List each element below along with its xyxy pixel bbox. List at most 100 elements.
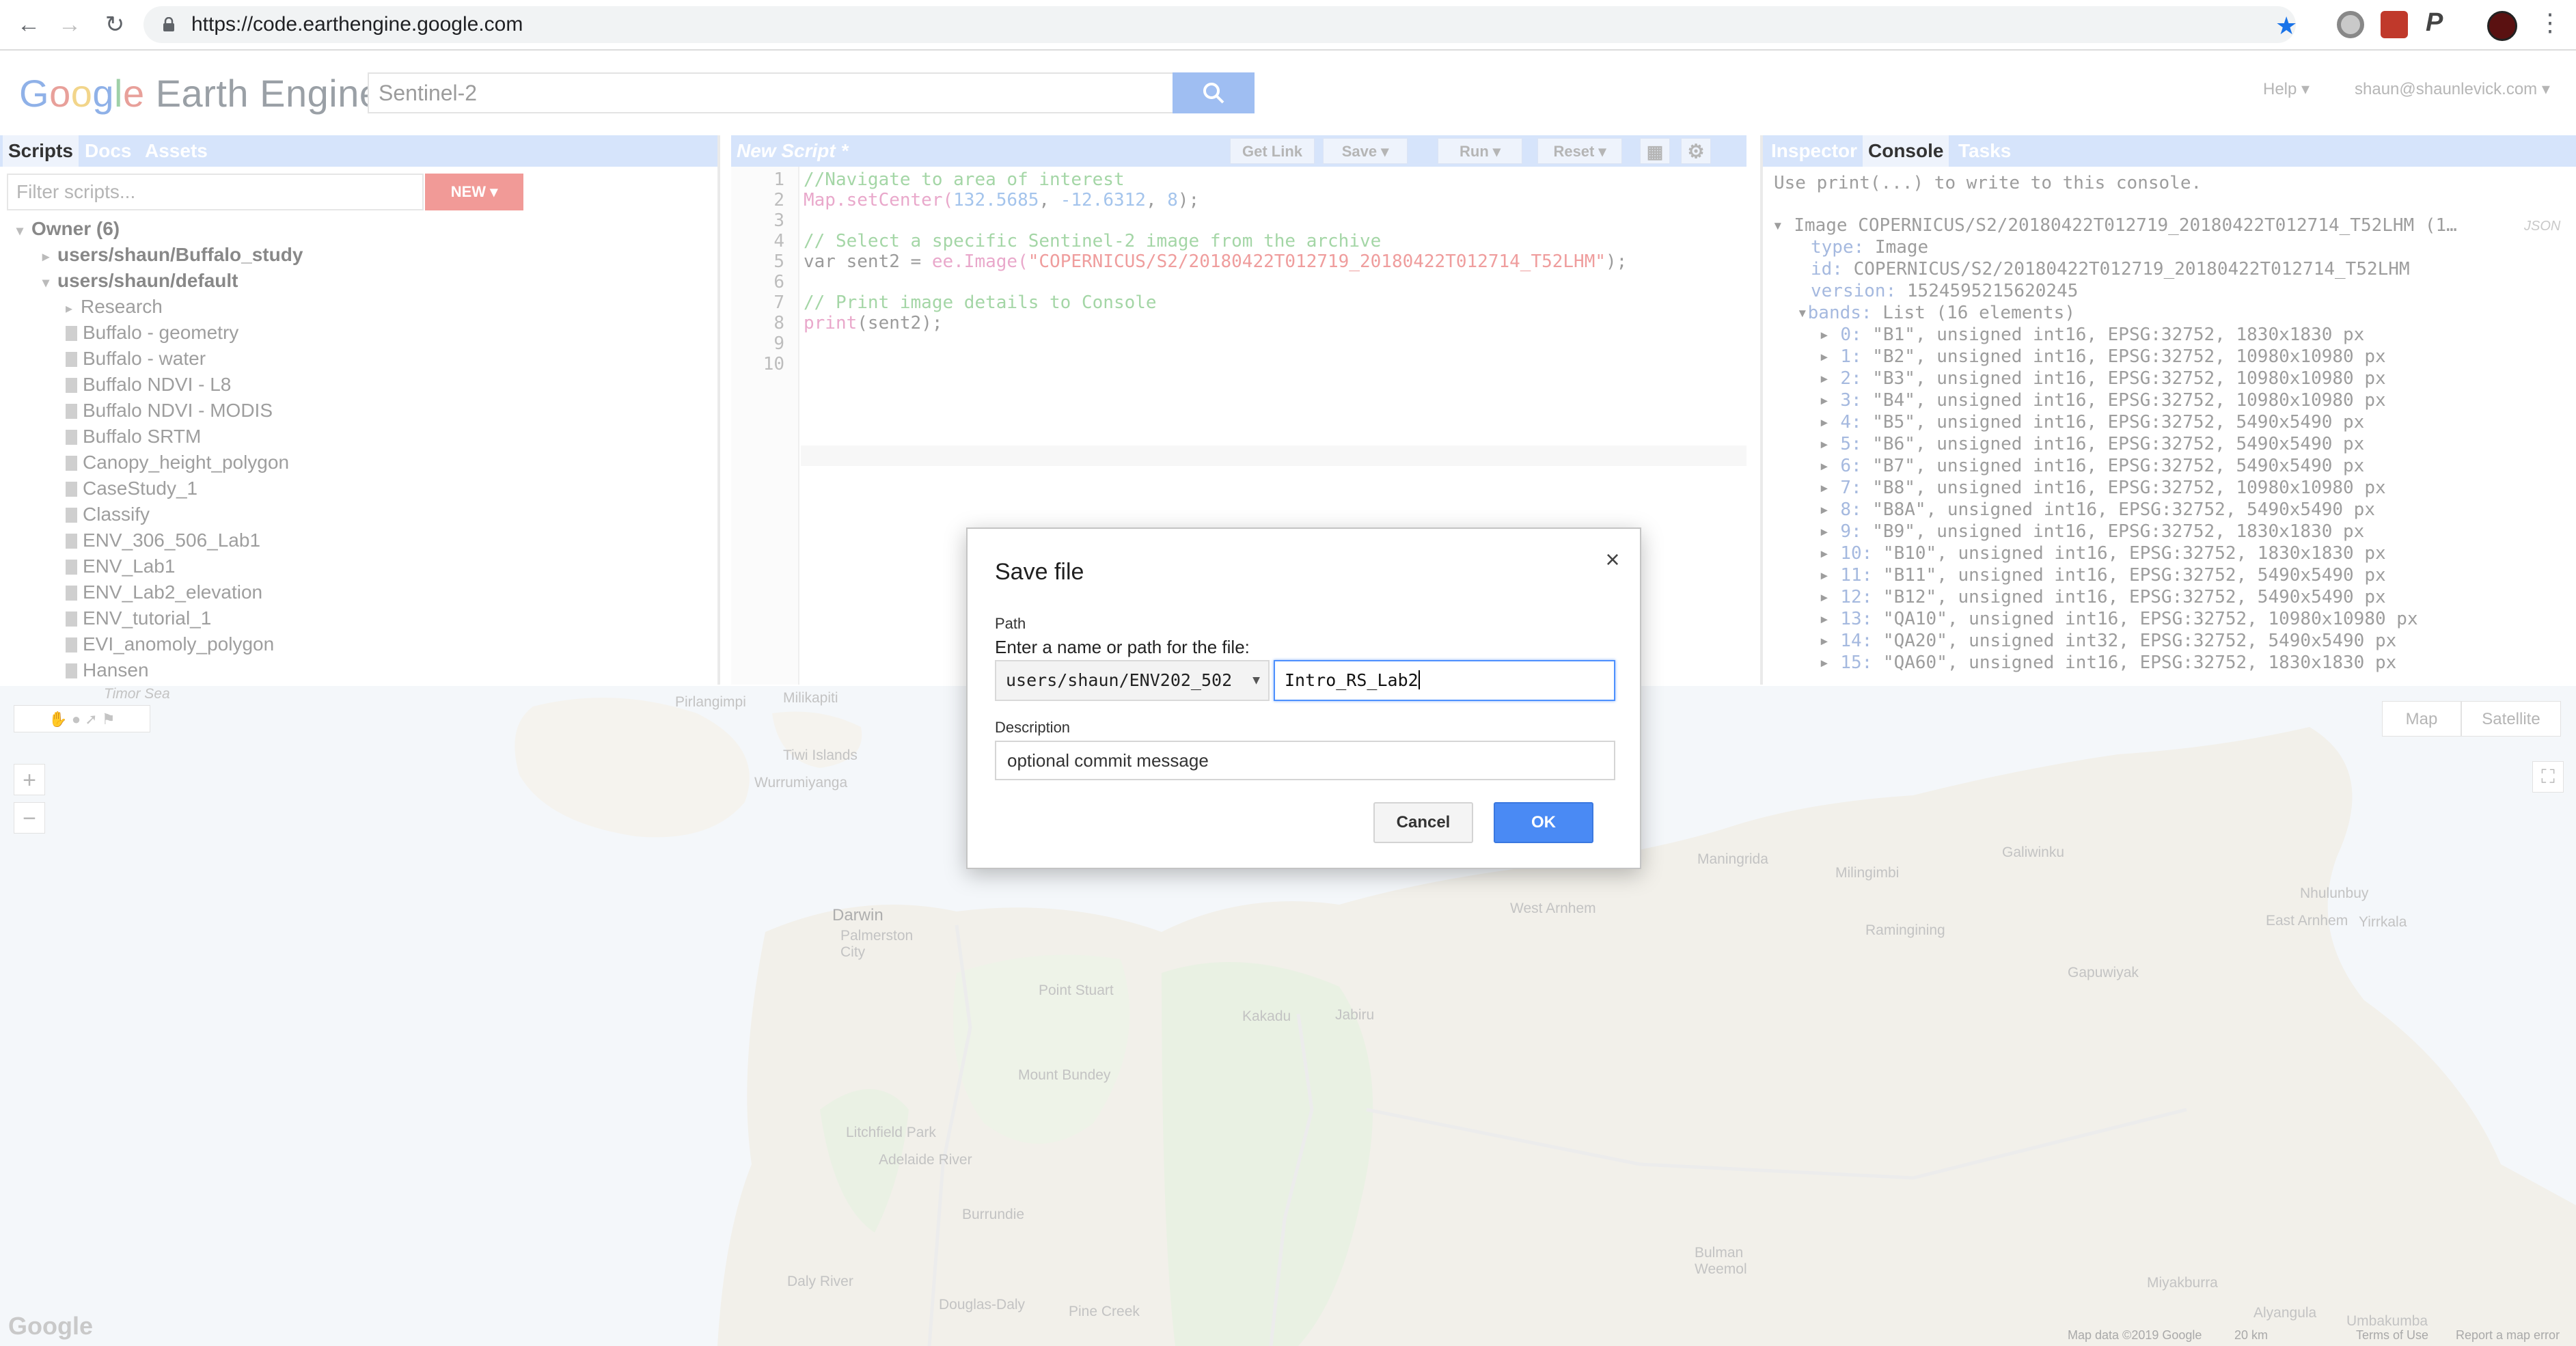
code-line-4[interactable]: // Select a specific Sentinel-2 image fr… <box>804 231 1381 251</box>
code-line-8[interactable]: print(sent2); <box>804 313 943 333</box>
console-band-row[interactable]: ▸ 12: "B12", unsigned int16, EPSG:32752,… <box>1819 586 2386 608</box>
console-band-row[interactable]: ▸ 3: "B4", unsigned int16, EPSG:32752, 1… <box>1819 389 2386 411</box>
back-icon[interactable]: ← <box>14 10 44 40</box>
tree-file[interactable]: ENV_Lab2_elevation <box>66 579 262 605</box>
tree-file[interactable]: Buffalo - water <box>66 346 206 372</box>
map-label: Nhulunbuy <box>2300 885 2369 901</box>
map-label: Point Stuart <box>1039 983 1114 998</box>
file-icon <box>66 482 77 497</box>
close-icon[interactable]: × <box>1599 545 1626 574</box>
console-band-row[interactable]: ▸ 7: "B8", unsigned int16, EPSG:32752, 1… <box>1819 477 2386 499</box>
new-script-button[interactable]: NEW ▾ <box>425 174 523 210</box>
ok-button[interactable]: OK <box>1494 802 1593 843</box>
tree-file[interactable]: ENV_306_506_Lab1 <box>66 527 260 553</box>
help-button[interactable]: Help ▾ <box>2263 79 2310 99</box>
console-band-row[interactable]: ▸ 4: "B5", unsigned int16, EPSG:32752, 5… <box>1819 411 2364 433</box>
search-button[interactable] <box>1173 72 1255 113</box>
tab-docs[interactable]: Docs <box>79 135 137 167</box>
console-band-row[interactable]: ▸ 0: "B1", unsigned int16, EPSG:32752, 1… <box>1819 324 2364 346</box>
apps-grid-icon[interactable]: ▦ <box>1640 138 1670 164</box>
code-line-5[interactable]: var sent2 = ee.Image("COPERNICUS/S2/2018… <box>804 251 1627 272</box>
console-band-row[interactable]: ▸ 1: "B2", unsigned int16, EPSG:32752, 1… <box>1819 346 2386 368</box>
console-band-row[interactable]: ▸ 13: "QA10", unsigned int16, EPSG:32752… <box>1819 608 2418 630</box>
zoom-in-button[interactable]: + <box>14 764 45 795</box>
json-toggle[interactable]: JSON <box>2524 219 2560 234</box>
console-band-row[interactable]: ▸ 5: "B6", unsigned int16, EPSG:32752, 5… <box>1819 433 2364 455</box>
tree-file[interactable]: Hansen <box>66 657 149 683</box>
map-label: Pirlangimpi <box>675 694 746 710</box>
console-band-row[interactable]: ▸ 6: "B7", unsigned int16, EPSG:32752, 5… <box>1819 455 2364 477</box>
map-label: Galiwinku <box>2002 844 2065 860</box>
gear-icon[interactable]: ⚙ <box>1681 138 1711 164</box>
repository-select[interactable]: users/shaun/ENV202_502 ▼ <box>995 660 1270 701</box>
tree-owner[interactable]: ▾ Owner (6) <box>16 216 120 242</box>
zoom-out-button[interactable]: − <box>14 802 45 834</box>
console-version: version: 1524595215620245 <box>1811 281 2079 301</box>
tree-file[interactable]: CaseStudy_1 <box>66 476 197 502</box>
bookmark-star-icon[interactable]: ★ <box>2275 12 2297 40</box>
tree-file[interactable]: EVI_anomoly_polygon <box>66 631 274 657</box>
tab-console[interactable]: Console <box>1863 135 1949 167</box>
reload-icon[interactable]: ↻ <box>100 10 130 40</box>
user-menu-button[interactable]: shaun@shaunlevick.com ▾ <box>2355 79 2550 99</box>
tree-file[interactable]: ENV_Lab1 <box>66 553 175 579</box>
map-label: Milingimbi <box>1835 865 1900 881</box>
tab-tasks[interactable]: Tasks <box>1953 135 2016 167</box>
console-bands[interactable]: ▾bands: List (16 elements) <box>1797 302 2075 324</box>
filename-input[interactable]: Intro_RS_Lab2 <box>1274 660 1615 701</box>
map-label: Litchfield Park <box>846 1125 936 1140</box>
console-band-row[interactable]: ▸ 8: "B8A", unsigned int16, EPSG:32752, … <box>1819 499 2375 521</box>
file-icon <box>66 586 77 601</box>
description-input[interactable]: optional commit message <box>995 741 1615 780</box>
console-band-row[interactable]: ▸ 15: "QA60", unsigned int16, EPSG:32752… <box>1819 652 2396 674</box>
filter-scripts-input[interactable]: Filter scripts... <box>7 174 424 210</box>
line-number-gutter: 1 2 3 4 5 6 7 8 9 10 <box>731 167 799 685</box>
console-band-row[interactable]: ▸ 14: "QA20", unsigned int32, EPSG:32752… <box>1819 630 2396 652</box>
code-line-1[interactable]: //Navigate to area of interest <box>804 169 1125 190</box>
tree-file[interactable]: Canopy_height_polygon <box>66 450 289 476</box>
console-band-row[interactable]: ▸ 10: "B10", unsigned int16, EPSG:32752,… <box>1819 542 2386 564</box>
search-input[interactable]: Sentinel-2 <box>368 72 1174 113</box>
tree-repo-buffalo-study[interactable]: ▸ users/shaun/Buffalo_study <box>42 242 303 268</box>
get-link-button[interactable]: Get Link <box>1230 138 1315 164</box>
pinterest-icon[interactable]: P <box>2426 8 2443 38</box>
tab-scripts[interactable]: Scripts <box>3 135 79 167</box>
extension-icon[interactable] <box>2337 11 2364 38</box>
console-panel: Inspector Console Tasks Use print(...) t… <box>1760 135 2576 685</box>
tab-assets[interactable]: Assets <box>139 135 213 167</box>
terms-link[interactable]: Terms of Use <box>2356 1328 2428 1343</box>
extension-red-icon[interactable] <box>2381 11 2408 38</box>
console-image-row[interactable]: ▾ Image COPERNICUS/S2/20180422T012719_20… <box>1772 215 2457 236</box>
map-label: Timor Sea <box>104 686 170 702</box>
tab-inspector[interactable]: Inspector <box>1766 135 1863 167</box>
console-band-row[interactable]: ▸ 2: "B3", unsigned int16, EPSG:32752, 1… <box>1819 368 2386 389</box>
console-band-row[interactable]: ▸ 9: "B9", unsigned int16, EPSG:32752, 1… <box>1819 521 2364 542</box>
forward-icon[interactable]: → <box>55 10 85 40</box>
avatar[interactable] <box>2487 11 2517 41</box>
cancel-button[interactable]: Cancel <box>1373 802 1473 843</box>
address-bar[interactable]: https://code.earthengine.google.com ★ <box>143 6 2297 43</box>
code-line-7[interactable]: // Print image details to Console <box>804 292 1157 313</box>
console-band-row[interactable]: ▸ 11: "B11", unsigned int16, EPSG:32752,… <box>1819 564 2386 586</box>
map-type-satellite-button[interactable]: Satellite <box>2461 701 2561 737</box>
line-number: 6 <box>773 272 784 292</box>
reset-button[interactable]: Reset ▾ <box>1537 138 1622 164</box>
tree-file[interactable]: Buffalo NDVI - MODIS <box>66 398 273 424</box>
map-label: Gapuwiyak <box>2068 965 2139 980</box>
fullscreen-icon[interactable]: ⛶ <box>2532 761 2564 793</box>
tree-file[interactable]: Buffalo NDVI - L8 <box>66 372 231 398</box>
run-button[interactable]: Run ▾ <box>1438 138 1522 164</box>
tree-file[interactable]: Buffalo - geometry <box>66 320 238 346</box>
menu-dots-icon[interactable]: ⋮ <box>2538 8 2562 37</box>
code-line-2[interactable]: Map.setCenter(132.5685, -12.6312, 8); <box>804 190 1199 210</box>
tree-file[interactable]: ENV_tutorial_1 <box>66 605 211 631</box>
map-label: Wurrumiyanga <box>754 775 848 791</box>
map-type-map-button[interactable]: Map <box>2382 701 2461 737</box>
tree-file[interactable]: Classify <box>66 502 150 527</box>
report-map-error-link[interactable]: Report a map error <box>2456 1328 2560 1343</box>
tree-repo-default[interactable]: ▾ users/shaun/default <box>42 268 238 294</box>
tree-folder-research[interactable]: ▸ Research <box>66 294 163 320</box>
drawing-tools[interactable]: ✋ ● ➚ ⚑ <box>14 705 150 732</box>
save-button[interactable]: Save ▾ <box>1323 138 1408 164</box>
tree-file[interactable]: Buffalo SRTM <box>66 424 201 450</box>
